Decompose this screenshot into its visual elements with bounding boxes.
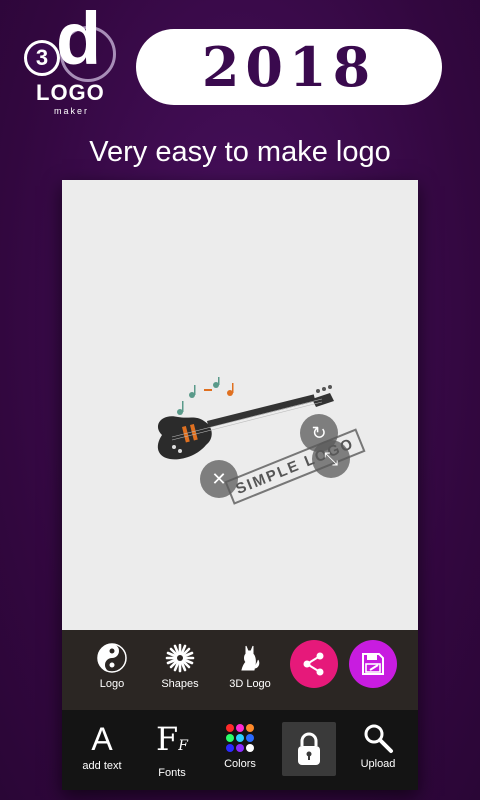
toolbar-bottom: A add text FF Fonts Colors Upload bbox=[62, 710, 418, 790]
year-banner: 2018 bbox=[136, 29, 442, 105]
upload-tool-button[interactable]: Upload bbox=[346, 722, 410, 770]
shapes-tool-label: Shapes bbox=[161, 678, 199, 690]
delete-handle-icon[interactable]: ✕ bbox=[200, 460, 238, 498]
year-text: 2018 bbox=[201, 35, 377, 99]
shapes-tool-button[interactable]: Shapes bbox=[148, 642, 212, 690]
tagline: Very easy to make logo bbox=[89, 136, 391, 168]
colors-tool-button[interactable]: Colors bbox=[208, 722, 272, 770]
flower-icon bbox=[165, 643, 195, 673]
colors-label: Colors bbox=[224, 758, 256, 770]
music-notes-icon bbox=[177, 377, 234, 415]
phone-mockup: SIMPLE LOGO ✕ ↻ ⤡ Logo Shapes 3D Logo A … bbox=[62, 180, 418, 790]
cat-icon bbox=[241, 645, 260, 671]
add-text-label: add text bbox=[82, 760, 122, 772]
3d-logo-tool-label: 3D Logo bbox=[229, 678, 271, 690]
logo-tool-label: Logo bbox=[99, 678, 125, 690]
3d-logo-tool-button[interactable]: 3D Logo bbox=[218, 642, 282, 690]
save-button[interactable] bbox=[349, 640, 397, 688]
lock-button[interactable] bbox=[282, 722, 336, 776]
logo-tool-button[interactable]: Logo bbox=[80, 642, 144, 690]
magnifier-icon bbox=[364, 724, 393, 753]
share-button[interactable] bbox=[290, 640, 338, 688]
resize-handle-icon[interactable]: ⤡ bbox=[312, 440, 350, 478]
add-text-tool-button[interactable]: A add text bbox=[70, 722, 134, 772]
palette-icon bbox=[226, 724, 254, 752]
fonts-label: Fonts bbox=[158, 767, 186, 779]
logo-word: LOGO bbox=[36, 80, 105, 105]
lock-icon bbox=[298, 732, 320, 765]
share-icon bbox=[303, 652, 324, 676]
letter-a-icon: A bbox=[91, 721, 113, 757]
logo-letter: d bbox=[56, 0, 102, 80]
save-icon bbox=[362, 653, 384, 675]
fonts-icon: FF bbox=[156, 720, 188, 758]
logo-sub: maker bbox=[54, 106, 90, 116]
fonts-glyph: F bbox=[156, 720, 179, 758]
app-logo: d 3 LOGO maker bbox=[18, 2, 118, 120]
fonts-tool-button[interactable]: FF Fonts bbox=[140, 722, 204, 779]
logo-badge-number: 3 bbox=[24, 40, 60, 76]
upload-label: Upload bbox=[360, 758, 396, 770]
editor-canvas[interactable]: SIMPLE LOGO ✕ ↻ ⤡ bbox=[62, 180, 418, 630]
toolbar-top: Logo Shapes 3D Logo bbox=[62, 630, 418, 710]
yin-yang-icon bbox=[97, 643, 127, 673]
